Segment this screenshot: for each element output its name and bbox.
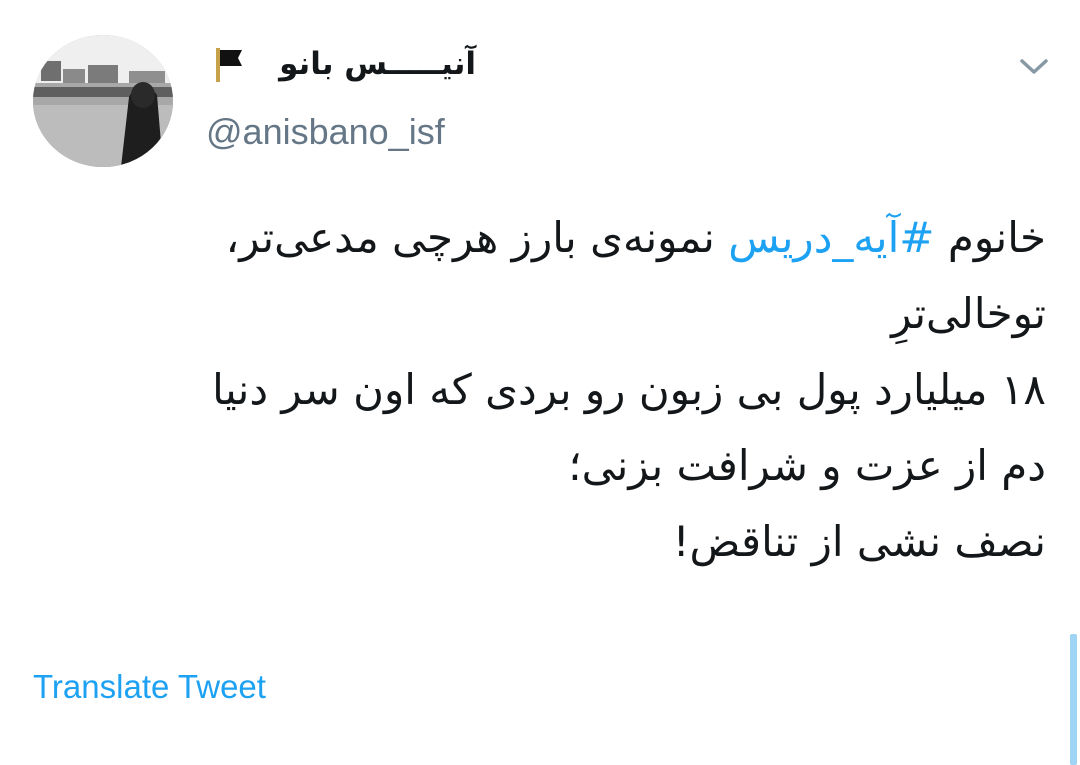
translate-tweet-link[interactable]: Translate Tweet [33,667,266,707]
tweet-text-prefix: خانوم [934,213,1046,262]
tweet-text-line-1: خانوم #آیه_دریس نمونه‌ی بارز هرچی مدعی‌ت… [36,200,1046,276]
author-handle[interactable]: @anisbano_isf [206,110,445,154]
scrollbar[interactable] [1070,634,1077,765]
tweet-text-line-3: ۱۸ میلیارد پول بی زبون رو بردی که اون سر… [212,365,1046,414]
tweet-text-line-5: نصف نشی از تناقض! [672,517,1046,566]
chevron-down-icon[interactable] [1016,54,1052,78]
author-display-name[interactable]: آنیـــــس بانو [279,44,476,84]
tweet-text-suffix: نمونه‌ی بارز هرچی مدعی‌تر، [225,213,729,262]
black-flag-icon [216,48,242,82]
tweet-text-line-4: دم از عزت و شرافت بزنی؛ [568,441,1046,490]
hashtag-link[interactable]: #آیه_دریس [728,213,934,262]
tweet-text-line-2: توخالی‌ترِ [891,289,1046,338]
avatar-photo [33,35,173,167]
avatar[interactable] [33,35,173,167]
tweet-text: خانوم #آیه_دریس نمونه‌ی بارز هرچی مدعی‌ت… [36,200,1046,580]
tweet-card: آنیـــــس بانو @anisbano_isf خانوم #آیه_… [0,0,1080,765]
